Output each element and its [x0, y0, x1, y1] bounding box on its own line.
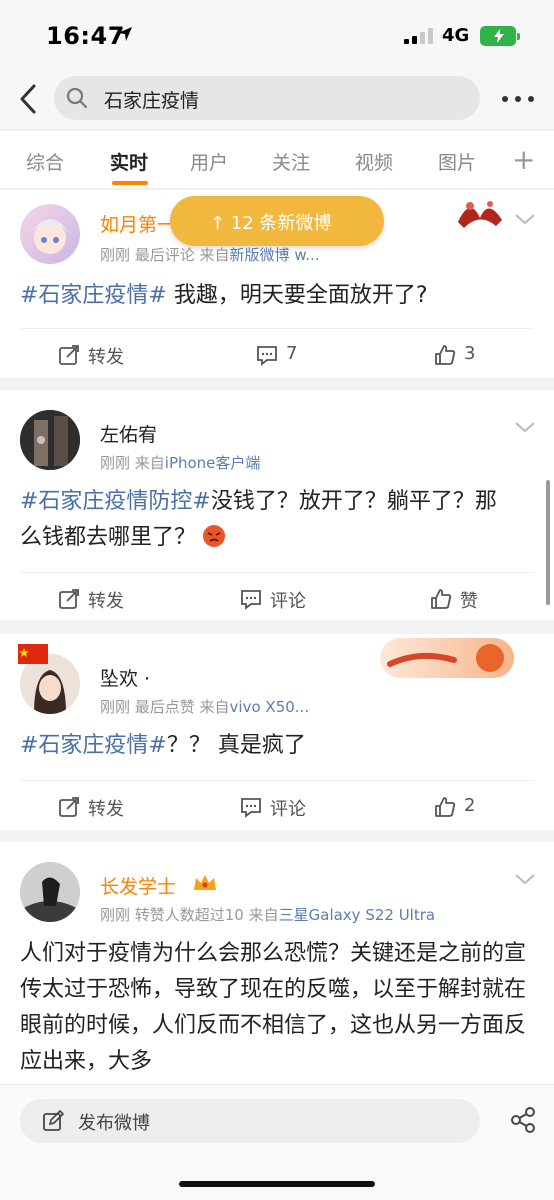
post-source[interactable]: vivo X50... — [230, 698, 310, 716]
battery-charging-icon — [480, 26, 520, 46]
add-tab-icon[interactable]: + — [512, 143, 535, 176]
search-input[interactable]: 石家庄疫情 — [54, 76, 480, 120]
decoration-badge — [450, 192, 510, 232]
repost-icon — [59, 345, 79, 365]
post-card[interactable]: 坠欢 · 刚刚 最后点赞 来自vivo X50... #石家庄疫情#？？ 真是疯… — [0, 634, 554, 830]
avatar[interactable] — [20, 204, 80, 264]
status-bar: 16:47 4G — [0, 0, 554, 70]
hashtag-link[interactable]: #石家庄疫情# — [20, 733, 167, 758]
home-indicator — [179, 1181, 375, 1187]
post-actions: 转发 评论 赞 — [20, 572, 534, 622]
tab-follow[interactable]: 关注 — [272, 148, 310, 175]
network-type: 4G — [442, 25, 470, 46]
repost-icon — [59, 589, 79, 609]
cellular-signal-icon — [404, 28, 434, 44]
active-tab-indicator — [112, 181, 148, 185]
comment-icon — [241, 590, 261, 610]
search-query: 石家庄疫情 — [104, 90, 200, 112]
post-card[interactable]: 左佑宥 刚刚 来自iPhone客户端 #石家庄疫情防控#没钱了？放开了？躺平了？… — [0, 390, 554, 620]
new-posts-button[interactable]: ↑ 12 条新微博 — [170, 196, 384, 246]
weibo-search-page: 16:47 4G 石家庄疫情 综合 实时 用户 关注 视频 图片 + 如月第一 … — [0, 0, 554, 1200]
comment-icon — [257, 346, 277, 366]
search-header: 石家庄疫情 — [0, 70, 554, 130]
post-actions: 转发 7 3 — [20, 328, 534, 378]
username[interactable]: 如月第一 — [100, 210, 176, 237]
edit-icon — [43, 1110, 64, 1131]
avatar[interactable] — [20, 410, 80, 470]
china-flag-icon — [18, 644, 48, 664]
repost-icon — [59, 797, 79, 817]
post-meta: 刚刚 最后点赞 来自vivo X50... — [100, 698, 310, 716]
post-actions: 转发 评论 2 — [20, 780, 534, 830]
post-text: #石家庄疫情#？？ 真是疯了 — [20, 733, 306, 758]
status-time: 16:47 — [46, 22, 125, 50]
username[interactable]: 长发学士 — [100, 872, 176, 899]
bottom-bar: 发布微博 — [0, 1084, 554, 1200]
anniversary-badge — [380, 638, 514, 678]
post-source[interactable]: 三星Galaxy S22 Ultra — [279, 906, 435, 924]
post-source[interactable]: 新版微博 w... — [230, 246, 320, 264]
comment-icon — [241, 798, 261, 818]
angry-emoji-icon — [203, 525, 226, 547]
post-card[interactable]: 长发学士 刚刚 转赞人数超过10 来自三星Galaxy S22 Ultra 人们… — [0, 842, 554, 1084]
search-icon — [66, 87, 88, 109]
compose-post-button[interactable]: 发布微博 — [20, 1099, 480, 1143]
tab-users[interactable]: 用户 — [190, 148, 228, 175]
crown-badge-icon — [194, 875, 216, 890]
username[interactable]: 左佑宥 — [100, 420, 157, 447]
avatar[interactable] — [20, 862, 80, 922]
tab-realtime[interactable]: 实时 — [110, 148, 148, 175]
thumbs-up-icon — [431, 589, 452, 609]
scrollbar[interactable] — [546, 480, 550, 605]
post-source[interactable]: iPhone客户端 — [165, 454, 261, 472]
post-text: #石家庄疫情# 我趣，明天要全面放开了? — [20, 283, 428, 308]
chevron-down-icon[interactable] — [514, 872, 536, 886]
tab-images[interactable]: 图片 — [438, 148, 476, 175]
post-meta: 刚刚 转赞人数超过10 来自三星Galaxy S22 Ultra — [100, 906, 436, 924]
username[interactable]: 坠欢 · — [100, 664, 150, 691]
share-icon[interactable] — [510, 1107, 536, 1133]
thumbs-up-icon — [435, 345, 456, 365]
chevron-down-icon[interactable] — [514, 420, 536, 434]
post-meta: 刚刚 最后评论 来自新版微博 w... — [100, 246, 320, 264]
tab-comprehensive[interactable]: 综合 — [26, 148, 64, 175]
location-arrow-icon — [118, 27, 132, 41]
post-meta: 刚刚 来自iPhone客户端 — [100, 454, 261, 472]
post-text: #石家庄疫情防控#没钱了？放开了？躺平了？那么钱都去哪里了？ — [20, 489, 497, 550]
hashtag-link[interactable]: #石家庄疫情# — [20, 283, 167, 308]
more-options-icon[interactable] — [502, 96, 534, 102]
back-icon[interactable] — [16, 82, 40, 116]
tab-video[interactable]: 视频 — [355, 148, 393, 175]
hashtag-link[interactable]: #石家庄疫情防控# — [20, 489, 211, 514]
post-text: 人们对于疫情为什么会那么恐慌？关键还是之前的宣传太过于恐怖，导致了现在的反噬，以… — [20, 941, 527, 1074]
search-tabs: 综合 实时 用户 关注 视频 图片 + — [0, 131, 554, 189]
chevron-down-icon[interactable] — [514, 212, 536, 226]
thumbs-up-icon — [435, 797, 456, 817]
